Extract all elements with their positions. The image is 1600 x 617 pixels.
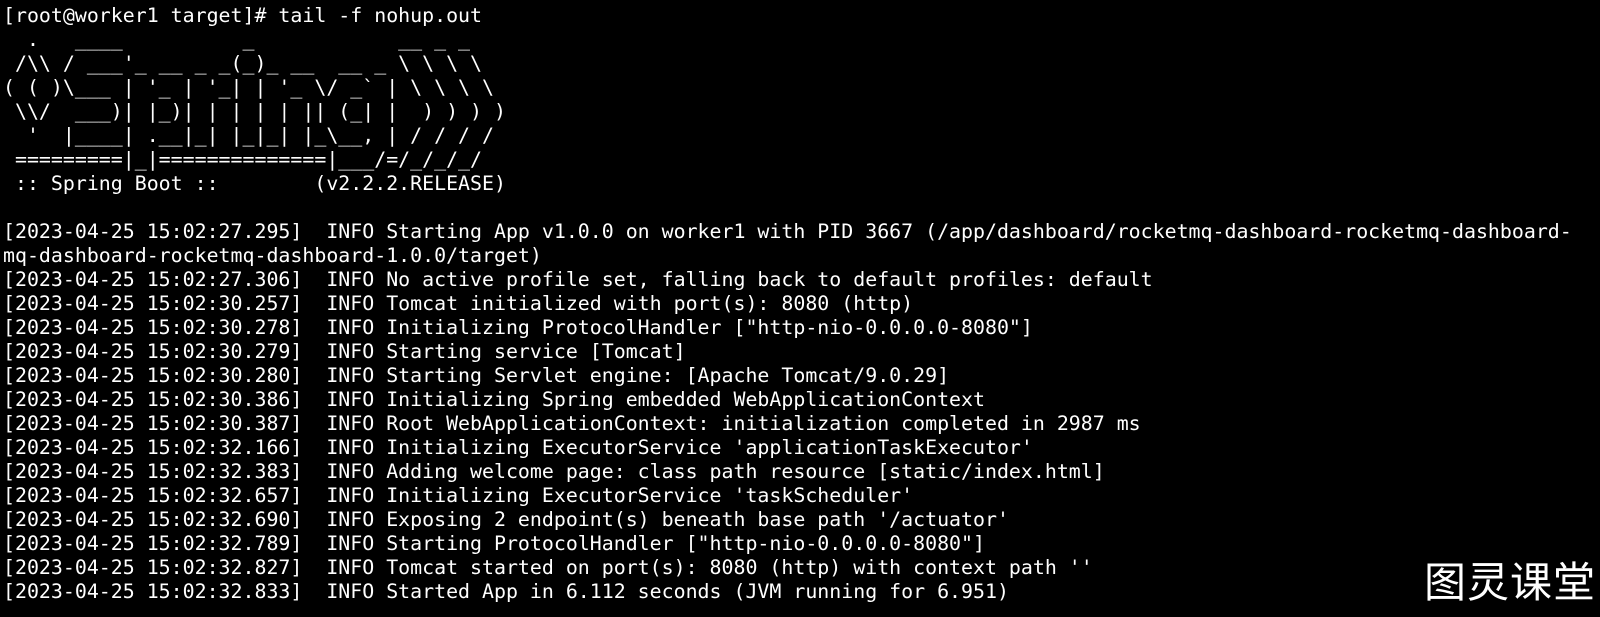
log-line: [2023-04-25 15:02:27.295] INFO Starting … [3, 220, 1572, 243]
log-line: [2023-04-25 15:02:32.789] INFO Starting … [3, 532, 985, 555]
log-line: [2023-04-25 15:02:32.383] INFO Adding we… [3, 460, 1105, 483]
log-line: [2023-04-25 15:02:30.278] INFO Initializ… [3, 316, 1033, 339]
log-line: [2023-04-25 15:02:32.690] INFO Exposing … [3, 508, 1009, 531]
watermark-logo: 图灵课堂 [1423, 558, 1596, 607]
terminal-window[interactable]: [root@worker1 target]# tail -f nohup.out… [0, 0, 1600, 617]
spring-banner-line: . ____ _ __ _ _ [3, 28, 471, 51]
log-line: [2023-04-25 15:02:30.280] INFO Starting … [3, 364, 950, 387]
log-line: [2023-04-25 15:02:30.279] INFO Starting … [3, 340, 686, 363]
log-line: [2023-04-25 15:02:32.827] INFO Tomcat st… [3, 556, 1093, 579]
spring-banner-line: =========|_|==============|___/=/_/_/_/ [3, 148, 483, 171]
log-line: [2023-04-25 15:02:30.257] INFO Tomcat in… [3, 292, 914, 315]
spring-banner-line: /\\ / ___'_ __ _ _(_)_ __ __ _ \ \ \ \ [3, 52, 483, 75]
spring-boot-version-line: :: Spring Boot :: (v2.2.2.RELEASE) [3, 172, 506, 195]
log-line: [2023-04-25 15:02:30.387] INFO Root WebA… [3, 412, 1141, 435]
spring-banner-line: ( ( )\___ | '_ | '_| | '_ \/ _` | \ \ \ … [3, 76, 494, 99]
log-line: [2023-04-25 15:02:30.386] INFO Initializ… [3, 388, 985, 411]
spring-banner-line: ' |____| .__|_| |_|_| |_\__, | / / / / [3, 124, 494, 147]
log-line: mq-dashboard-rocketmq-dashboard-1.0.0/ta… [3, 244, 542, 267]
log-line: [2023-04-25 15:02:27.306] INFO No active… [3, 268, 1153, 291]
log-line: [2023-04-25 15:02:32.833] INFO Started A… [3, 580, 1009, 603]
shell-prompt-line: [root@worker1 target]# tail -f nohup.out [3, 4, 483, 27]
log-line: [2023-04-25 15:02:32.657] INFO Initializ… [3, 484, 914, 507]
spring-banner-line: \\/ ___)| |_)| | | | | || (_| | ) ) ) ) [3, 100, 506, 123]
log-line: [2023-04-25 15:02:32.166] INFO Initializ… [3, 436, 1033, 459]
